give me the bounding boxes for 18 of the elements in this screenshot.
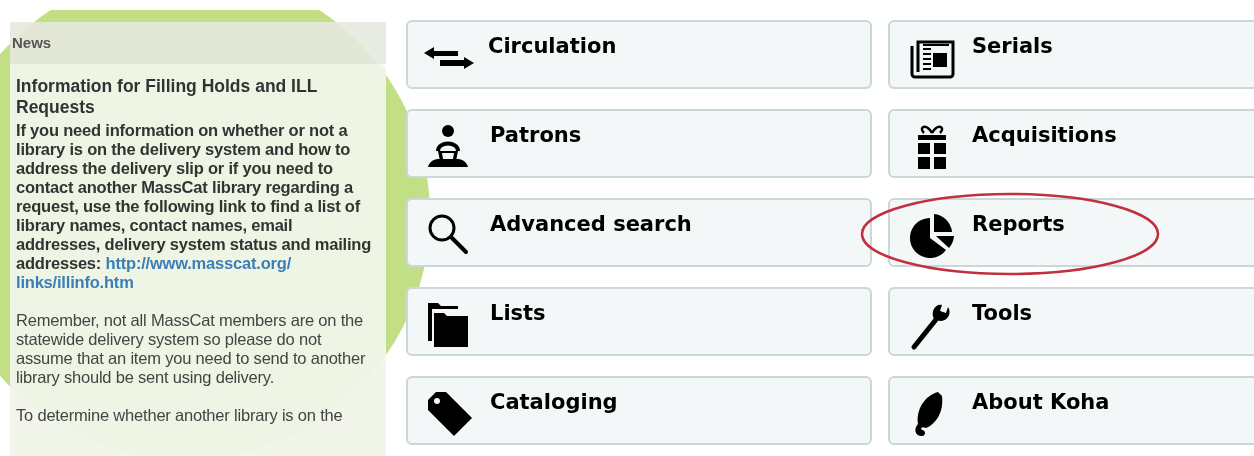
module-button[interactable]: Patrons <box>406 109 872 178</box>
module-button[interactable]: Reports <box>888 198 1254 267</box>
info-link[interactable]: links/illinfo.htm <box>16 273 380 292</box>
module-button[interactable]: Lists <box>406 287 872 356</box>
info-link[interactable]: http://www.masscat.org/ <box>105 254 291 272</box>
module-button[interactable]: About Koha <box>888 376 1254 445</box>
module-button[interactable]: Serials <box>888 20 1254 89</box>
module-button[interactable]: Advanced search <box>406 198 872 267</box>
module-button[interactable]: Acquisitions <box>888 109 1254 178</box>
exchange-arrows-icon <box>424 46 474 70</box>
news-paragraph: If you need information on whether or not a library is on the delivery system and how to address the delivery slip or if you need to contact another MassCat library regarding a request, use the following link to find a list of library names, contact names, email addresses, delivery system status and mailing addresses: http://www.masscat.org/links/illinfo.htm <box>16 121 380 292</box>
news-paragraph: To determine whether another library is on the <box>16 406 344 425</box>
module-button[interactable]: Cataloging <box>406 376 872 445</box>
news-header: News <box>10 22 386 64</box>
module-button[interactable]: Tools <box>888 287 1254 356</box>
news-paragraph: Remember, not all MassCat members are on the statewide delivery system so please do not assume that an item you need to send to another library should be sent using delivery. <box>16 311 367 387</box>
news-heading: Information for Filling Holds and ILL Requests <box>16 76 319 118</box>
module-button[interactable]: Circulation <box>406 20 872 89</box>
